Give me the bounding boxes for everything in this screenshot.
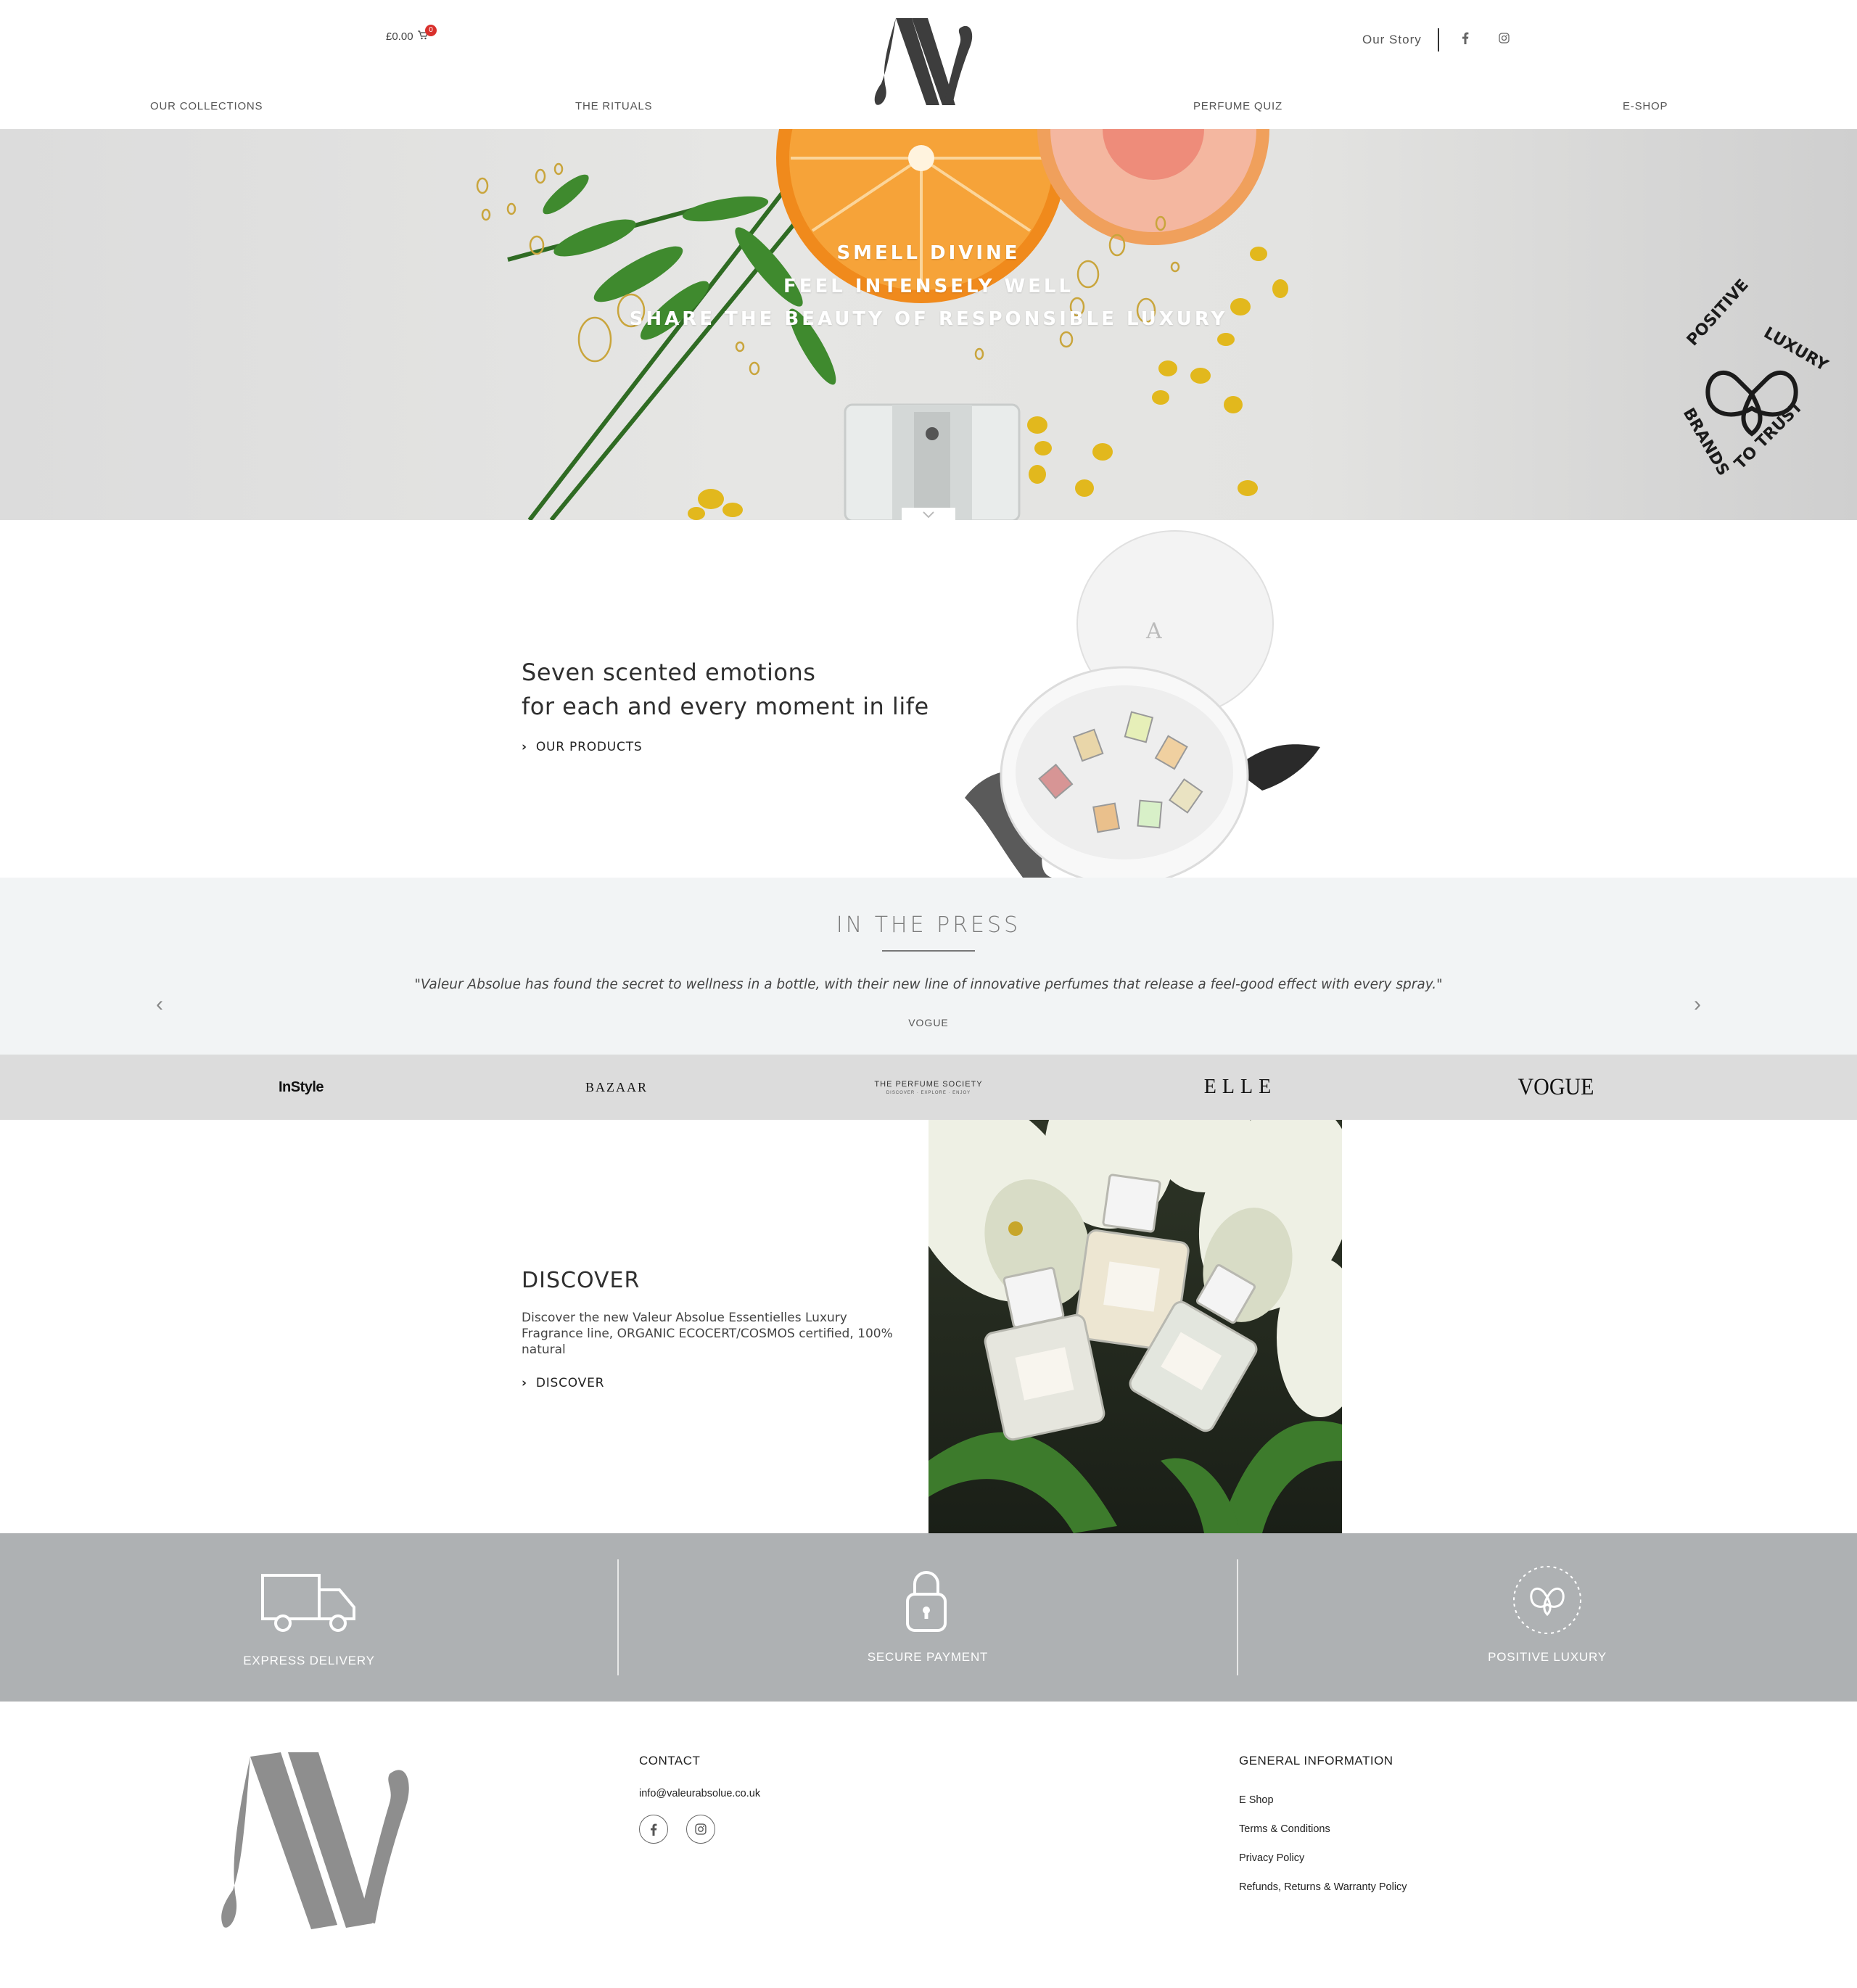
gift-box-image: A (965, 530, 1320, 878)
chevron-right-icon: › (522, 1376, 527, 1390)
press-title: IN THE PRESS (836, 912, 1021, 938)
hero-banner: POSITIVE LUXURY BRANDS TO TRUST SMELL DI… (0, 129, 1857, 520)
site-header: £0.00 0 Our Story OUR COLLECTIONS THE RI… (0, 0, 1857, 129)
press-logos-bar: InStyle BAZAAR THE PERFUME SOCIETY DISCO… (0, 1055, 1857, 1120)
positive-luxury-badge: POSITIVE LUXURY BRANDS TO TRUST (1679, 276, 1832, 479)
cart-count-badge: 0 (425, 25, 437, 36)
hero-line-3: SHARE THE BEAUTY OF RESPONSIBLE LUXURY (629, 308, 1228, 330)
discover-description: Discover the new Valeur Absolue Essentie… (522, 1311, 893, 1357)
feature-express-delivery: EXPRESS DELIVERY (0, 1533, 618, 1702)
footer-link-e-shop[interactable]: E Shop (1239, 1794, 1274, 1806)
feature-label: POSITIVE LUXURY (1488, 1650, 1607, 1664)
header-divider (1437, 28, 1439, 51)
truck-icon (261, 1574, 355, 1632)
footer-brand-logo[interactable] (221, 1752, 410, 1939)
nav-perfume-quiz[interactable]: PERFUME QUIZ (1193, 100, 1282, 112)
discover-link[interactable]: › DISCOVER (522, 1376, 604, 1390)
our-products-label: OUR PRODUCTS (535, 740, 643, 754)
elle-logo: ELLE (1203, 1076, 1277, 1098)
bazaar-logo: BAZAAR (585, 1079, 648, 1094)
brand-logo[interactable] (874, 18, 973, 112)
svg-text:BRANDS: BRANDS (1679, 405, 1732, 479)
instyle-logo: InStyle (278, 1078, 324, 1095)
discover-product-image (928, 1120, 1342, 1533)
footer-instagram-icon[interactable] (686, 1815, 715, 1844)
hero-line-2: FEEL INTENSELY WELL (783, 276, 1074, 297)
lock-icon (906, 1571, 947, 1632)
feature-label: SECURE PAYMENT (867, 1650, 989, 1664)
discover-title: DISCOVER (522, 1268, 641, 1293)
nav-our-collections[interactable]: OUR COLLECTIONS (150, 100, 263, 112)
cart-total: £0.00 (386, 30, 413, 43)
discover-link-label: DISCOVER (535, 1376, 605, 1390)
vogue-logo: VOGUE (1518, 1073, 1594, 1100)
perfume-society-tagline: DISCOVER · EXPLORE · ENJOY (886, 1090, 971, 1095)
chevron-right-icon[interactable]: › (1687, 992, 1708, 1017)
footer-contact-heading: CONTACT (639, 1754, 701, 1768)
feature-positive-luxury: POSITIVE LUXURY (1238, 1533, 1856, 1702)
our-products-link[interactable]: › OUR PRODUCTS (522, 740, 642, 754)
press-quote: "Valeur Absolue has found the secret to … (414, 977, 1443, 992)
footer-info-heading: GENERAL INFORMATION (1239, 1754, 1393, 1768)
nav-the-rituals[interactable]: THE RITUALS (575, 100, 652, 112)
footer-link-terms[interactable]: Terms & Conditions (1239, 1823, 1330, 1835)
facebook-icon[interactable] (1455, 32, 1475, 48)
nav-e-shop[interactable]: E-SHOP (1623, 100, 1668, 112)
hero-line-1: SMELL DIVINE (836, 242, 1021, 264)
products-headline-1: Seven scented emotions (522, 659, 816, 686)
press-title-underline (882, 950, 975, 952)
press-section: IN THE PRESS "Valeur Absolue has found t… (0, 878, 1857, 1055)
feature-label: EXPRESS DELIVERY (243, 1654, 375, 1667)
cart-button[interactable]: £0.00 0 (386, 25, 437, 43)
perfume-society-logo: THE PERFUME SOCIETY DISCOVER · EXPLORE ·… (856, 1055, 1001, 1120)
instagram-icon[interactable] (1494, 33, 1515, 47)
svg-text:TO TRUST: TO TRUST (1732, 397, 1807, 473)
features-bar: EXPRESS DELIVERY SECURE PAYMENT POSITIVE… (0, 1533, 1857, 1702)
footer-link-refunds[interactable]: Refunds, Returns & Warranty Policy (1239, 1881, 1407, 1893)
butterfly-badge-icon (1513, 1566, 1581, 1634)
svg-text:A: A (1145, 619, 1162, 644)
feature-secure-payment: SECURE PAYMENT (619, 1533, 1237, 1702)
chevron-left-icon[interactable]: ‹ (149, 992, 170, 1017)
footer-link-privacy[interactable]: Privacy Policy (1239, 1852, 1304, 1864)
footer-facebook-icon[interactable] (639, 1815, 668, 1844)
our-story-link[interactable]: Our Story (1362, 33, 1438, 47)
press-source: VOGUE (908, 1017, 949, 1028)
svg-text:LUXURY: LUXURY (1761, 324, 1832, 376)
footer-email-link[interactable]: info@valeurabsolue.co.uk (639, 1788, 760, 1799)
perfume-society-name: THE PERFUME SOCIETY (874, 1079, 983, 1089)
products-headline-2: for each and every moment in life (522, 693, 929, 720)
chevron-right-icon: › (522, 740, 527, 754)
